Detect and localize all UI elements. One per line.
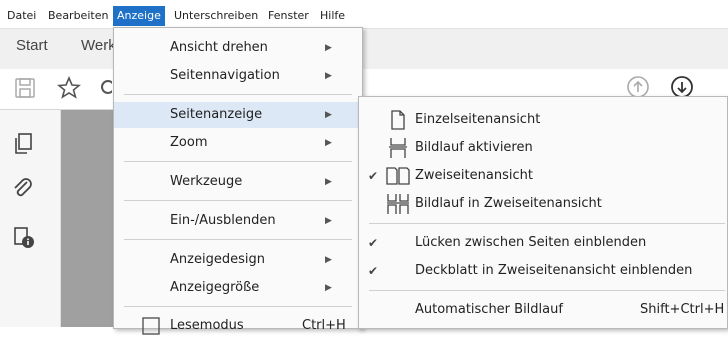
scroll-icon bbox=[389, 138, 407, 158]
menu-fenster[interactable]: Fenster bbox=[264, 6, 313, 26]
single-page-icon bbox=[391, 110, 405, 130]
menu-item-einzelseitenansicht[interactable]: Einzelseitenansicht bbox=[359, 107, 727, 133]
menu-anzeige[interactable]: Anzeige bbox=[113, 6, 165, 26]
menu-datei[interactable]: Datei bbox=[3, 6, 40, 26]
menu-item-seitennavigation[interactable]: Seitennavigation ▶ bbox=[114, 63, 362, 89]
menu-item-anzeigedesign[interactable]: Anzeigedesign ▶ bbox=[114, 247, 362, 273]
menu-item-luecken-einblenden[interactable]: ✔ Lücken zwischen Seiten einblenden bbox=[359, 230, 727, 256]
anzeige-menu: Ansicht drehen ▶ Seitennavigation ▶ Seit… bbox=[113, 27, 363, 335]
separator bbox=[124, 94, 352, 95]
submenu-arrow-icon: ▶ bbox=[325, 110, 332, 120]
separator bbox=[369, 223, 725, 224]
pages-icon[interactable] bbox=[12, 132, 34, 156]
menu-bearbeiten[interactable]: Bearbeiten bbox=[44, 6, 112, 26]
menu-item-werkzeuge[interactable]: Werkzeuge ▶ bbox=[114, 169, 362, 195]
tab-start[interactable]: Start bbox=[16, 37, 48, 54]
menu-unterschreiben[interactable]: Unterschreiben bbox=[170, 6, 262, 26]
two-page-scroll-icon bbox=[387, 194, 409, 214]
submenu-arrow-icon: ▶ bbox=[325, 177, 332, 187]
menu-item-automatischer-bildlauf[interactable]: Automatischer Bildlauf Shift+Ctrl+H bbox=[359, 297, 727, 323]
checkmark-icon: ✔ bbox=[368, 169, 379, 183]
tab-bar: Start Werk bbox=[0, 28, 728, 70]
submenu-arrow-icon: ▶ bbox=[325, 43, 332, 53]
checkmark-icon: ✔ bbox=[368, 264, 379, 278]
menu-item-zweiseitenansicht[interactable]: ✔ Zweiseitenansicht bbox=[359, 163, 727, 189]
menu-item-deckblatt-einblenden[interactable]: ✔ Deckblatt in Zweiseitenansicht einblen… bbox=[359, 258, 727, 284]
menu-item-bildlauf-zweiseitenansicht[interactable]: Bildlauf in Zweiseitenansicht bbox=[359, 191, 727, 217]
left-panel bbox=[0, 110, 61, 327]
link-icon[interactable] bbox=[98, 77, 112, 99]
menu-item-zoom[interactable]: Zoom ▶ bbox=[114, 130, 362, 156]
menu-item-lesemodus[interactable]: Lesemodus Ctrl+H bbox=[114, 313, 362, 339]
menu-bar: Datei Bearbeiten Anzeige Unterschreiben … bbox=[0, 0, 728, 28]
shortcut-label: Shift+Ctrl+H bbox=[640, 302, 725, 317]
document-info-icon[interactable] bbox=[12, 224, 36, 250]
submenu-arrow-icon: ▶ bbox=[325, 283, 332, 293]
separator bbox=[369, 290, 725, 291]
separator bbox=[124, 239, 352, 240]
submenu-arrow-icon: ▶ bbox=[325, 216, 332, 226]
menu-item-seitenanzeige[interactable]: Seitenanzeige ▶ bbox=[114, 102, 360, 128]
reading-mode-icon bbox=[142, 317, 160, 335]
submenu-arrow-icon: ▶ bbox=[325, 255, 332, 265]
two-page-icon bbox=[386, 167, 410, 185]
separator bbox=[124, 306, 352, 307]
menu-item-bildlauf-aktivieren[interactable]: Bildlauf aktivieren bbox=[359, 135, 727, 161]
star-icon[interactable] bbox=[57, 76, 81, 100]
separator bbox=[124, 200, 352, 201]
shortcut-label: Ctrl+H bbox=[302, 318, 346, 333]
menu-item-ansicht-drehen[interactable]: Ansicht drehen ▶ bbox=[114, 35, 362, 61]
menu-item-anzeigegroesse[interactable]: Anzeigegröße ▶ bbox=[114, 275, 362, 301]
attachment-icon[interactable] bbox=[11, 176, 33, 200]
checkmark-icon: ✔ bbox=[368, 236, 379, 250]
submenu-arrow-icon: ▶ bbox=[325, 138, 332, 148]
submenu-arrow-icon: ▶ bbox=[325, 71, 332, 81]
menu-hilfe[interactable]: Hilfe bbox=[316, 6, 349, 26]
seitenanzeige-submenu: Einzelseitenansicht Bildlauf aktivieren … bbox=[358, 96, 728, 329]
save-icon[interactable] bbox=[14, 77, 36, 99]
separator bbox=[124, 161, 352, 162]
tab-werkzeuge[interactable]: Werk bbox=[81, 37, 116, 54]
menu-item-ein-ausblenden[interactable]: Ein-/Ausblenden ▶ bbox=[114, 208, 362, 234]
